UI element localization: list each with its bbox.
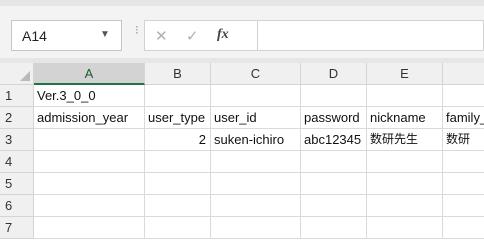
cell-a3[interactable] [34,129,145,151]
cell-a2[interactable]: admission_year [34,107,145,129]
cell-f3[interactable]: 数研 [443,129,484,151]
cell-e5[interactable] [367,173,443,195]
cell-c7[interactable] [211,217,301,239]
cell-d1[interactable] [301,85,367,107]
cell-e1[interactable] [367,85,443,107]
cell-f2[interactable]: family_ [443,107,484,129]
cell-f4[interactable] [443,151,484,173]
cell-e3[interactable]: 数研先生 [367,129,443,151]
cell-c5[interactable] [211,173,301,195]
cell-a4[interactable] [34,151,145,173]
cell-e7[interactable] [367,217,443,239]
cell-b5[interactable] [145,173,211,195]
cell-c3[interactable]: suken-ichiro [211,129,301,151]
row-header-5[interactable]: 5 [0,173,34,195]
cell-b4[interactable] [145,151,211,173]
cell-d2[interactable]: password [301,107,367,129]
cell-e2[interactable]: nickname [367,107,443,129]
cell-d3[interactable]: abc12345 [301,129,367,151]
row-header-7[interactable]: 7 [0,217,34,239]
row-header-3[interactable]: 3 [0,129,34,151]
cell-f1[interactable] [443,85,484,107]
row-header-2[interactable]: 2 [0,107,34,129]
column-header-c[interactable]: C [211,63,301,85]
formula-icons: ✕ ✓ fx [144,20,258,51]
cell-a1[interactable]: Ver.3_0_0 [34,85,145,107]
cell-d4[interactable] [301,151,367,173]
cell-d6[interactable] [301,195,367,217]
cell-c6[interactable] [211,195,301,217]
formula-bar-separator-icon: ⁝ [135,23,139,37]
cell-a6[interactable] [34,195,145,217]
cell-c2[interactable]: user_id [211,107,301,129]
cell-a5[interactable] [34,173,145,195]
cell-d5[interactable] [301,173,367,195]
enter-icon[interactable]: ✓ [186,27,199,45]
cell-b6[interactable] [145,195,211,217]
column-header-b[interactable]: B [145,63,211,85]
column-header-a[interactable]: A [34,63,145,85]
cell-b1[interactable] [145,85,211,107]
cancel-icon[interactable]: ✕ [155,27,168,45]
column-header-e[interactable]: E [367,63,443,85]
cell-e4[interactable] [367,151,443,173]
name-box-dropdown-icon[interactable]: ▼ [100,29,110,40]
insert-function-icon[interactable]: fx [217,27,229,43]
row-header-6[interactable]: 6 [0,195,34,217]
select-all-corner[interactable] [0,63,34,85]
cell-a7[interactable] [34,217,145,239]
column-header-f[interactable] [443,63,484,85]
cell-b7[interactable] [145,217,211,239]
cell-d7[interactable] [301,217,367,239]
row-header-1[interactable]: 1 [0,85,34,107]
cell-f6[interactable] [443,195,484,217]
cell-f7[interactable] [443,217,484,239]
cell-e6[interactable] [367,195,443,217]
row-header-4[interactable]: 4 [0,151,34,173]
formula-input[interactable] [258,20,484,51]
cell-c4[interactable] [211,151,301,173]
name-box[interactable]: A14 ▼ [11,20,122,51]
cell-b3[interactable]: 2 [145,129,211,151]
cell-f5[interactable] [443,173,484,195]
column-header-d[interactable]: D [301,63,367,85]
name-box-value: A14 [22,28,47,44]
spreadsheet-grid: A B C D E 1 Ver.3_0_0 2 admission_year u… [0,63,484,243]
cell-b2[interactable]: user_type [145,107,211,129]
cell-c1[interactable] [211,85,301,107]
